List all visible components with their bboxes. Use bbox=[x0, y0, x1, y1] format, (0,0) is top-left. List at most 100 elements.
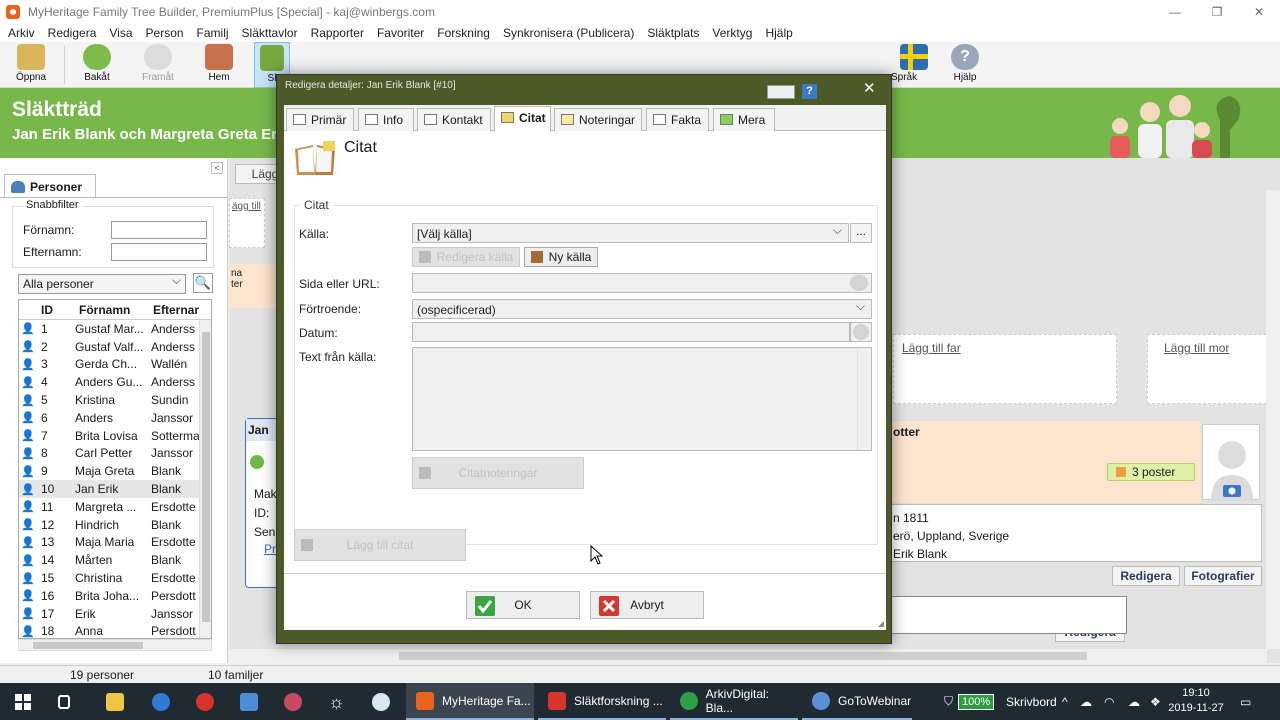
page-url-input[interactable] bbox=[412, 273, 872, 293]
person-filter-select[interactable]: Alla personer bbox=[18, 273, 186, 294]
store-button[interactable] bbox=[240, 683, 266, 720]
source-more-button[interactable]: ... bbox=[850, 223, 872, 243]
home-button[interactable]: Hem bbox=[190, 42, 248, 88]
menu-favoriter[interactable]: Favoriter bbox=[377, 26, 424, 40]
column-id[interactable]: ID bbox=[19, 300, 75, 319]
windows-start-button[interactable] bbox=[8, 683, 38, 720]
add-circle-icon[interactable] bbox=[250, 455, 264, 469]
taskbar-chrome[interactable]: ArkivDigital: Bla... bbox=[670, 683, 798, 720]
menu-forskning[interactable]: Forskning bbox=[437, 26, 490, 40]
posts-badge[interactable]: 3 poster bbox=[1107, 463, 1195, 481]
table-row[interactable]: 👤 16 Brita Joha... Persdott bbox=[19, 587, 211, 605]
table-row[interactable]: 👤 3 Gerda Ch... Wallén bbox=[19, 356, 211, 374]
menu-hjalp[interactable]: Hjälp bbox=[765, 26, 792, 40]
persons-scrollbar[interactable] bbox=[199, 320, 211, 638]
menu-redigera[interactable]: Redigera bbox=[48, 26, 97, 40]
file-explorer-button[interactable] bbox=[106, 683, 132, 720]
column-first-name[interactable]: Förnamn bbox=[75, 300, 149, 319]
source-select[interactable]: [Välj källa] bbox=[412, 223, 849, 243]
dropbox-tray[interactable]: ❖ bbox=[1150, 683, 1161, 720]
app-button[interactable] bbox=[372, 683, 398, 720]
minimize-button[interactable]: — bbox=[1154, 0, 1196, 24]
add-father-card[interactable]: Lägg till far bbox=[893, 334, 1117, 404]
maximize-button[interactable]: ❐ bbox=[1196, 0, 1238, 24]
dialog-help-button[interactable]: ? bbox=[802, 84, 817, 99]
citation-notes-button[interactable]: Citatnoteringar bbox=[412, 457, 584, 489]
add-mother-card[interactable]: Lägg till mor bbox=[1147, 334, 1280, 404]
table-row[interactable]: 👤 18 Anna Persdott bbox=[19, 623, 211, 638]
battery-tray[interactable]: 100% bbox=[958, 683, 995, 720]
opera-button[interactable] bbox=[196, 683, 222, 720]
taskbar-pdf[interactable]: Släktforskning ... bbox=[538, 683, 666, 720]
last-name-input[interactable] bbox=[111, 243, 207, 261]
date-picker-button[interactable] bbox=[850, 322, 872, 342]
taskbar-gotowebinar[interactable]: GoToWebinar bbox=[802, 683, 912, 720]
menu-person[interactable]: Person bbox=[146, 26, 184, 40]
add-link-partial[interactable]: ägg till bbox=[232, 201, 261, 212]
table-row[interactable]: 👤 14 Mårten Blank bbox=[19, 551, 211, 569]
keyboard-icon[interactable] bbox=[767, 85, 795, 99]
settings-button[interactable]: ☼ bbox=[328, 683, 354, 720]
tab-citat[interactable]: Citat bbox=[494, 106, 551, 132]
tab-mera[interactable]: Mera bbox=[713, 108, 775, 131]
search-icon[interactable]: 🔍 bbox=[193, 273, 213, 293]
main-person-header[interactable]: otter 3 poster bbox=[890, 420, 1202, 504]
add-card-partial[interactable]: ägg till bbox=[229, 198, 265, 248]
menu-slakttavlor[interactable]: Släkttavlor bbox=[242, 26, 298, 40]
confidence-select[interactable]: (ospecificerad) bbox=[412, 299, 872, 319]
tab-fakta[interactable]: Fakta bbox=[646, 108, 709, 131]
tab-kontakt[interactable]: Kontakt bbox=[417, 108, 491, 131]
photos-button[interactable]: Fotografier bbox=[1184, 566, 1262, 586]
table-row[interactable]: 👤 11 Margreta ... Ersdotte bbox=[19, 498, 211, 516]
add-citation-button[interactable]: Lägg till citat bbox=[294, 529, 466, 561]
edit-button[interactable]: Redigera bbox=[1112, 566, 1180, 586]
menu-visa[interactable]: Visa bbox=[109, 26, 132, 40]
partner-card-partial[interactable]: na ter bbox=[229, 264, 277, 308]
resize-grip-icon[interactable]: ◢ bbox=[878, 619, 884, 628]
wifi-tray[interactable]: ◠ bbox=[1104, 683, 1114, 720]
new-source-button[interactable]: Ny källa bbox=[524, 247, 598, 267]
tree-hscrollbar[interactable] bbox=[229, 649, 1267, 663]
onedrive-tray[interactable]: ☁ bbox=[1128, 683, 1140, 720]
clock[interactable]: 19:10 2019-11-27 bbox=[1168, 686, 1224, 716]
column-last-name[interactable]: Efternar bbox=[149, 300, 209, 319]
taskbar-myheritage[interactable]: MyHeritage Fa... bbox=[406, 683, 534, 720]
menu-slaktplats[interactable]: Släktplats bbox=[647, 26, 699, 40]
menu-familj[interactable]: Familj bbox=[197, 26, 229, 40]
open-button[interactable]: Öppna bbox=[2, 42, 60, 88]
edge-button[interactable] bbox=[152, 683, 178, 720]
table-row[interactable]: 👤 8 Carl Petter Janssor bbox=[19, 445, 211, 463]
tray-chevron[interactable]: ^ bbox=[1062, 683, 1068, 720]
cancel-button[interactable]: Avbryt bbox=[590, 591, 704, 619]
task-view-button[interactable] bbox=[58, 683, 78, 720]
photo-placeholder[interactable] bbox=[1202, 424, 1260, 501]
table-row[interactable]: 👤 9 Maja Greta Blank bbox=[19, 462, 211, 480]
table-row[interactable]: 👤 13 Maja Maria Ersdotte bbox=[19, 534, 211, 552]
menu-arkiv[interactable]: Arkiv bbox=[8, 26, 35, 40]
forward-button[interactable]: Framåt bbox=[129, 42, 187, 88]
language-button[interactable]: Språk bbox=[885, 42, 943, 88]
tab-noteringar[interactable]: Noteringar bbox=[554, 108, 642, 131]
shield-tray[interactable]: ⛉ bbox=[944, 683, 953, 720]
desktop-tray[interactable]: Skrivbord bbox=[1006, 683, 1057, 720]
collapse-panel-button[interactable]: < bbox=[211, 162, 223, 174]
table-row[interactable]: 👤 17 Erik Janssor bbox=[19, 605, 211, 623]
globe-icon[interactable] bbox=[850, 275, 868, 291]
menu-verktyg[interactable]: Verktyg bbox=[712, 26, 752, 40]
cloud-tray[interactable]: ☁ bbox=[1080, 683, 1092, 720]
add-mother-link[interactable]: Lägg till mor bbox=[1164, 341, 1229, 355]
table-row[interactable]: 👤 12 Hindrich Blank bbox=[19, 516, 211, 534]
menu-rapporter[interactable]: Rapporter bbox=[311, 26, 364, 40]
table-row[interactable]: 👤 10 Jan Erik Blank bbox=[19, 480, 211, 498]
menu-synkronisera[interactable]: Synkronisera (Publicera) bbox=[503, 26, 634, 40]
table-row[interactable]: 👤 6 Anders Janssor bbox=[19, 409, 211, 427]
tab-persons[interactable]: Personer bbox=[4, 174, 96, 198]
dialog-close-button[interactable]: ✕ bbox=[863, 79, 876, 97]
table-row[interactable]: 👤 4 Anders Gu... Anderss bbox=[19, 373, 211, 391]
table-row[interactable]: 👤 15 Christina Ersdotte bbox=[19, 569, 211, 587]
table-row[interactable]: 👤 5 Kristina Sundin bbox=[19, 391, 211, 409]
table-row[interactable]: 👤 7 Brita Lovisa Sotterma bbox=[19, 427, 211, 445]
tab-primar[interactable]: Primär bbox=[286, 108, 354, 131]
persons-hscrollbar[interactable] bbox=[18, 639, 212, 651]
tab-info[interactable]: Info bbox=[358, 108, 414, 131]
